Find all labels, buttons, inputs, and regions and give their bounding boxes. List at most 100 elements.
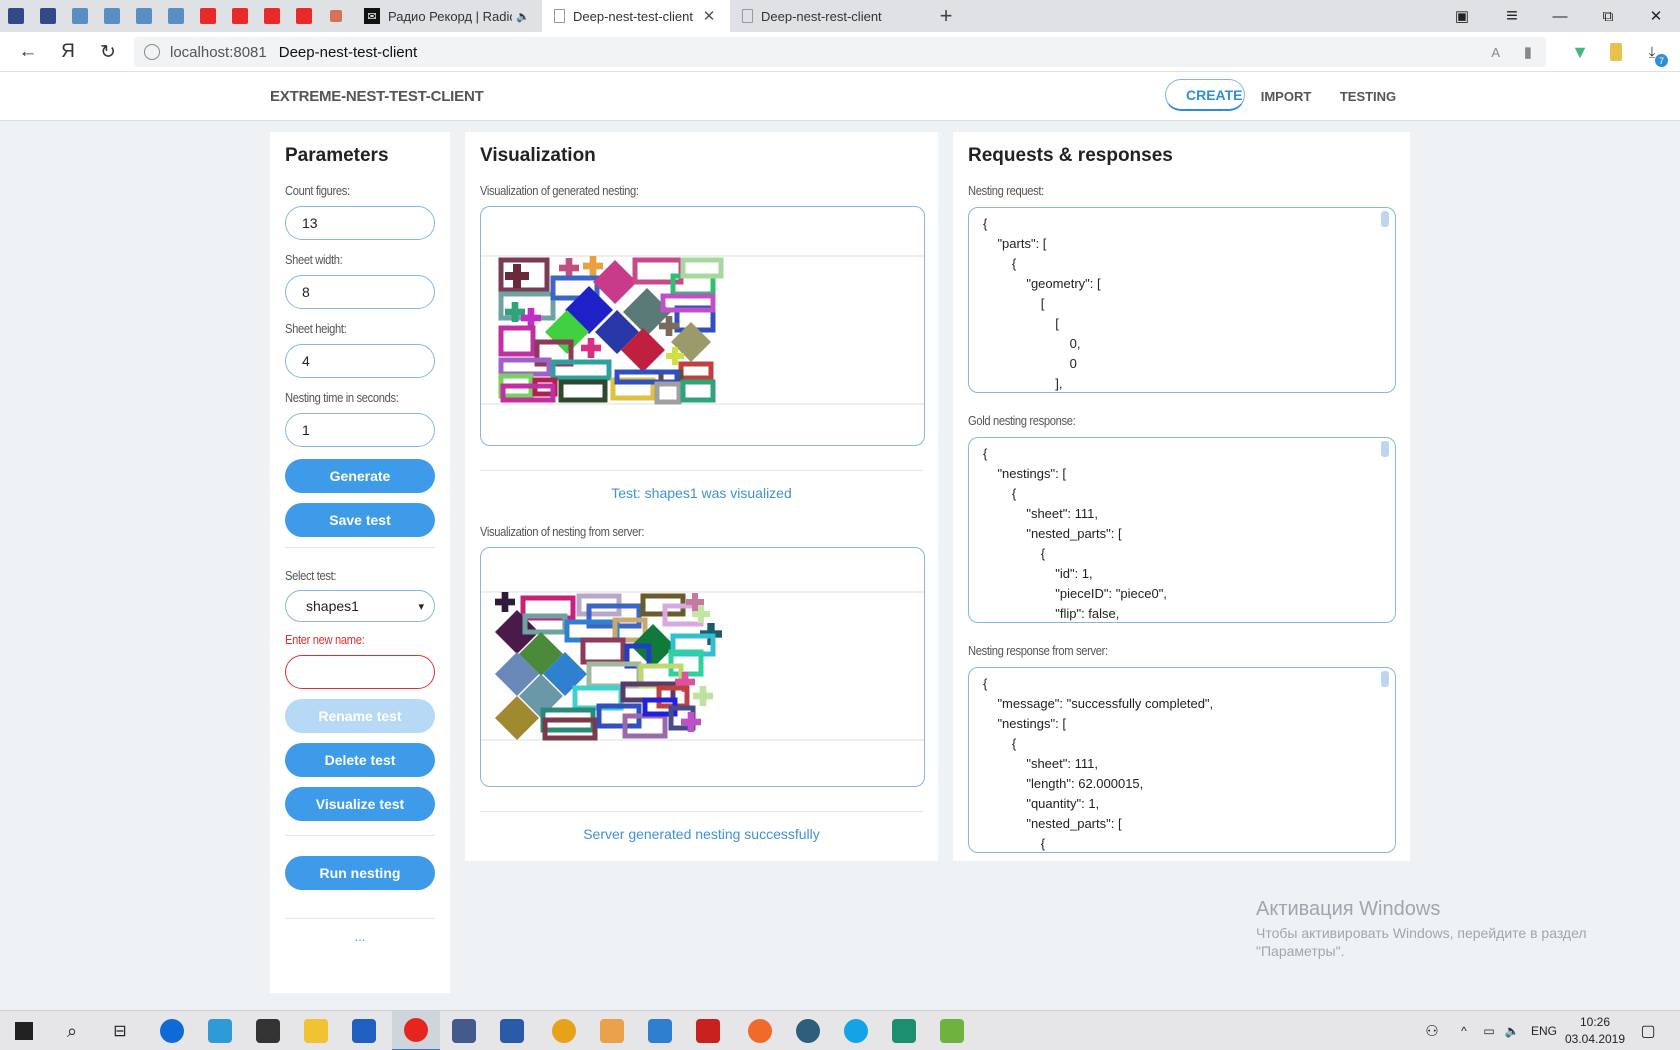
gold-response-label: Gold nesting response: [968,413,1076,428]
language-indicator[interactable]: ENG [1528,1011,1560,1050]
save-test-button[interactable]: Save test [285,503,435,537]
extension-icon[interactable] [1604,40,1628,64]
sail-app-icon[interactable] [636,1011,684,1050]
visualization-title: Visualization [480,145,596,166]
delete-test-button[interactable]: Delete test [285,743,435,777]
globe-app-icon[interactable] [784,1011,832,1050]
close-window-icon[interactable]: ✕ [1632,0,1680,32]
remote-desktop-icon[interactable] [196,1011,244,1050]
bookmark-icon[interactable]: ▮ [1524,43,1532,61]
skype-icon[interactable] [832,1011,880,1050]
tabs-overview-icon[interactable]: ▣ [1438,0,1486,32]
tab-radio[interactable]: ✉ Радио Рекорд | Radio 🔈 [352,0,542,32]
parameters-panel: Parameters Count figures: 13 Sheet width… [270,132,450,993]
count-figures-input[interactable]: 13 [285,206,435,240]
tab-import[interactable]: IMPORT [1246,72,1326,121]
pinned-tab-3[interactable] [64,0,96,32]
watermark-line1: Чтобы активировать Windows, перейдите в … [1256,925,1587,941]
notifications-icon[interactable]: ▢ [1632,1011,1664,1050]
sheet-height-input[interactable]: 4 [285,344,435,378]
scrollbar[interactable] [1381,441,1389,457]
pinned-tab-8[interactable] [224,0,256,32]
generate-button[interactable]: Generate [285,459,435,493]
sheet-width-input[interactable]: 8 [285,275,435,309]
teamviewer-icon[interactable] [148,1011,196,1050]
translate-icon[interactable]: A [1491,45,1500,60]
app-brand: EXTREME-NEST-TEST-CLIENT [270,88,484,105]
pinned-tab-6[interactable] [160,0,192,32]
reload-icon[interactable]: ↻ [90,32,126,72]
nest-shape [580,637,626,665]
scrollbar[interactable] [1381,671,1389,687]
file-explorer-icon[interactable] [292,1011,340,1050]
server-nesting-svg [481,591,924,741]
muted-icon[interactable]: 🔈 [516,10,530,23]
menu-icon[interactable]: ≡ [1488,0,1536,32]
tab-deep-nest-rest-client[interactable]: Deep-nest-rest-client [730,0,930,32]
scrollbar[interactable] [1381,211,1389,227]
server-response-box[interactable]: { "message": "successfully completed", "… [968,667,1396,853]
start-icon[interactable] [0,1011,48,1050]
nest-shape [511,302,519,322]
sheet-height-label: Sheet height: [285,321,347,336]
notepad-plus-icon[interactable] [928,1011,976,1050]
nest-shape [513,264,521,288]
back-icon[interactable]: ← [10,32,46,72]
webstorm-icon[interactable] [880,1011,928,1050]
downloads-icon[interactable]: ⤓ 7 [1640,40,1668,67]
windows-taskbar: ⌕ ⊟ ⚇ ^ ▭ 🔈 ENG 10:26 03.04.2019 ▢ [0,1010,1680,1050]
powershell-icon[interactable] [488,1011,536,1050]
visualize-test-button[interactable]: Visualize test [285,787,435,821]
gold-response-json: { "nestings": [ { "sheet": 111, "nested_… [983,446,1167,621]
search-icon[interactable]: ⌕ [48,1011,96,1050]
pinned-tab-9[interactable] [256,0,288,32]
downloads-badge: 7 [1655,54,1668,67]
film-app-icon[interactable] [340,1011,388,1050]
run-nesting-button[interactable]: Run nesting [285,856,435,890]
tray-expand-icon[interactable]: ^ [1454,1011,1474,1050]
filezilla-icon[interactable] [684,1011,732,1050]
app-icon[interactable] [440,1011,488,1050]
task-view-icon[interactable]: ⊟ [96,1011,144,1050]
pinned-tab-11[interactable] [320,0,352,32]
pinned-tab-1[interactable] [0,0,32,32]
more-link[interactable]: ... [285,929,435,944]
minimize-icon[interactable]: — [1536,0,1584,32]
pinned-tab-7[interactable] [192,0,224,32]
vue-devtools-icon[interactable]: ▼ [1568,40,1592,64]
rainbow-app-icon[interactable] [540,1011,588,1050]
url-field[interactable]: localhost:8081 Deep-nest-test-client A ▮ [134,37,1546,67]
pinned-tab-5[interactable] [128,0,160,32]
clock[interactable]: 10:26 03.04.2019 [1562,1011,1628,1050]
yandex-icon[interactable]: Я [50,32,86,72]
compass-app-icon[interactable] [736,1011,784,1050]
spiral-app-icon[interactable] [588,1011,636,1050]
people-icon[interactable]: ⚇ [1418,1011,1446,1050]
rename-test-button[interactable]: Rename test [285,699,435,733]
new-name-input[interactable] [285,655,435,689]
nest-shape [699,686,707,706]
volume-icon[interactable]: 🔈 [1500,1011,1524,1050]
tab-create[interactable]: CREATE [1165,79,1245,111]
nest-shape [672,347,678,365]
pinned-tab-2[interactable] [32,0,64,32]
pinned-tab-10[interactable] [288,0,320,32]
tab-testing[interactable]: TESTING [1327,72,1409,121]
chevron-down-icon: ▾ [418,600,424,613]
nesting-time-input[interactable]: 1 [285,413,435,447]
nesting-request-box[interactable]: { "parts": [ { "geometry": [ [ [ 0, 0 ], [968,207,1396,393]
yandex-browser-icon[interactable] [392,1011,440,1050]
site-info-icon[interactable] [144,44,160,60]
select-test-dropdown[interactable]: shapes1 ▾ [285,590,435,622]
tab-deep-nest-test-client[interactable]: Deep-nest-test-client ✕ [542,0,730,32]
calculator-icon[interactable] [244,1011,292,1050]
network-icon[interactable]: ▭ [1478,1011,1500,1050]
gold-response-box[interactable]: { "nestings": [ { "sheet": 111, "nested_… [968,437,1396,623]
generated-nesting-label: Visualization of generated nesting: [480,183,639,198]
new-tab-icon[interactable]: + [930,0,962,32]
restore-icon[interactable]: ⧉ [1584,0,1632,32]
server-response-json: { "message": "successfully completed", "… [983,676,1214,851]
pinned-tab-4[interactable] [96,0,128,32]
tab-close-icon[interactable]: ✕ [700,7,718,25]
nest-shape [660,293,716,313]
